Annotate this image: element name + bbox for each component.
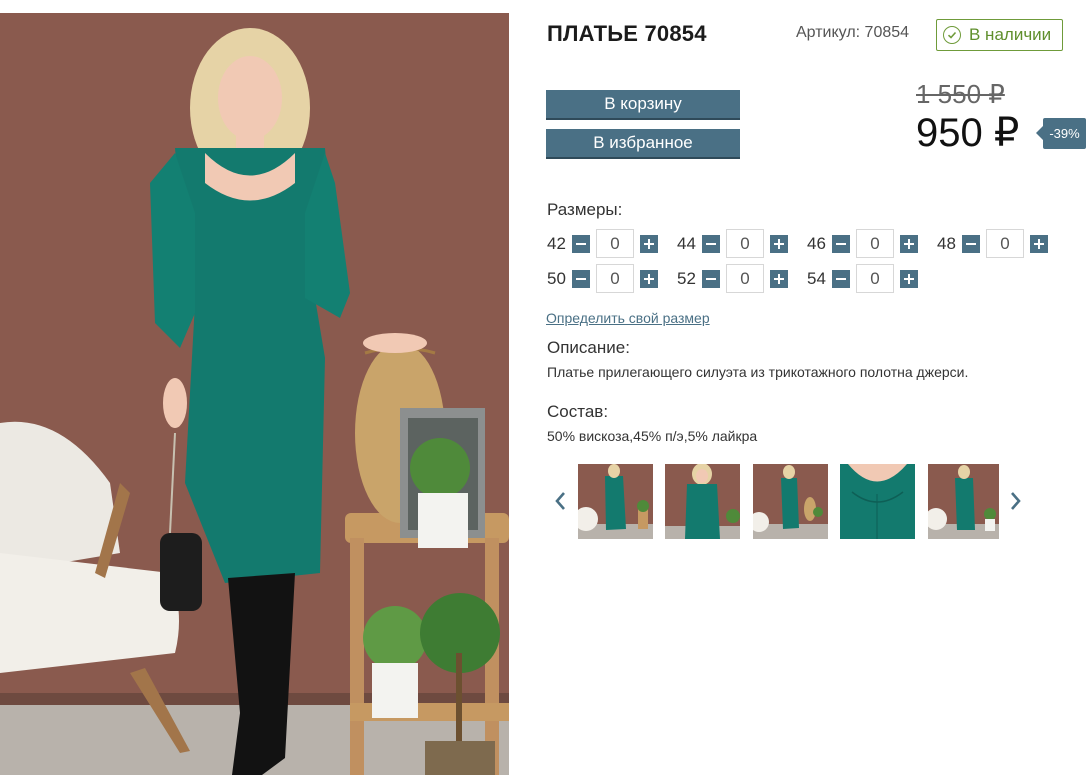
- size-item-44: 44: [677, 229, 807, 258]
- increase-quantity-button[interactable]: [640, 269, 658, 288]
- size-item-50: 50: [547, 264, 677, 293]
- description-text: Платье прилегающего силуэта из трикотажн…: [547, 364, 969, 380]
- increase-quantity-button[interactable]: [770, 234, 788, 253]
- plus-icon: [774, 238, 784, 249]
- plus-icon: [774, 273, 784, 284]
- size-item-54: 54: [807, 264, 937, 293]
- increase-quantity-button[interactable]: [640, 234, 658, 253]
- increase-quantity-button[interactable]: [900, 234, 918, 253]
- add-to-favorites-button[interactable]: В избранное: [546, 129, 740, 157]
- composition-text: 50% вискоза,45% п/э,5% лайкра: [547, 428, 758, 444]
- gallery-prev-button[interactable]: [552, 488, 568, 514]
- size-number: 42: [547, 233, 566, 253]
- decrease-quantity-button[interactable]: [702, 234, 720, 253]
- minus-icon: [706, 242, 716, 245]
- quantity-input[interactable]: [726, 229, 764, 258]
- quantity-input[interactable]: [856, 264, 894, 293]
- increase-quantity-button[interactable]: [770, 269, 788, 288]
- quantity-input[interactable]: [596, 229, 634, 258]
- size-number: 44: [677, 233, 696, 253]
- stock-badge: В наличии: [936, 19, 1063, 51]
- size-number: 46: [807, 233, 826, 253]
- decrease-quantity-button[interactable]: [962, 234, 980, 253]
- thumbnail[interactable]: [578, 464, 653, 539]
- size-row: 42 44 46 48: [547, 229, 1067, 258]
- thumbnail-strip: [578, 464, 999, 539]
- decrease-quantity-button[interactable]: [572, 234, 590, 253]
- decrease-quantity-button[interactable]: [832, 269, 850, 288]
- decrease-quantity-button[interactable]: [702, 269, 720, 288]
- description-label: Описание:: [547, 338, 630, 357]
- add-to-cart-button[interactable]: В корзину: [546, 90, 740, 118]
- check-circle-icon: [943, 26, 961, 44]
- size-item-48: 48: [937, 229, 1067, 258]
- minus-icon: [706, 277, 716, 280]
- quantity-input[interactable]: [726, 264, 764, 293]
- size-guide-link[interactable]: Определить свой размер: [546, 310, 710, 326]
- size-item-52: 52: [677, 264, 807, 293]
- quantity-input[interactable]: [856, 229, 894, 258]
- plus-icon: [644, 273, 654, 284]
- stock-label: В наличии: [969, 25, 1052, 44]
- decrease-quantity-button[interactable]: [572, 269, 590, 288]
- size-row: 50 52 54: [547, 264, 937, 293]
- discount-badge: -39%: [1036, 118, 1086, 149]
- product-main-photo[interactable]: [0, 13, 509, 775]
- minus-icon: [576, 242, 586, 245]
- thumbnail[interactable]: [840, 464, 915, 539]
- size-number: 50: [547, 268, 566, 288]
- thumbnail[interactable]: [753, 464, 828, 539]
- minus-icon: [576, 277, 586, 280]
- minus-icon: [836, 277, 846, 280]
- thumbnail[interactable]: [928, 464, 999, 539]
- thumbnail[interactable]: [665, 464, 740, 539]
- plus-icon: [904, 273, 914, 284]
- current-price: 950 ₽: [916, 111, 1020, 155]
- sizes-label: Размеры:: [547, 200, 623, 219]
- minus-icon: [966, 242, 976, 245]
- increase-quantity-button[interactable]: [900, 269, 918, 288]
- decrease-quantity-button[interactable]: [832, 234, 850, 253]
- size-number: 48: [937, 233, 956, 253]
- gallery-next-button[interactable]: [1008, 488, 1024, 514]
- minus-icon: [836, 242, 846, 245]
- increase-quantity-button[interactable]: [1030, 234, 1048, 253]
- size-item-46: 46: [807, 229, 937, 258]
- old-price: 1 550 ₽: [916, 79, 1005, 109]
- size-item-42: 42: [547, 229, 677, 258]
- plus-icon: [644, 238, 654, 249]
- quantity-input[interactable]: [596, 264, 634, 293]
- product-sku: Артикул: 70854: [796, 24, 910, 41]
- plus-icon: [1034, 238, 1044, 249]
- product-title: ПЛАТЬЕ 70854: [547, 21, 707, 46]
- size-number: 52: [677, 268, 696, 288]
- size-number: 54: [807, 268, 826, 288]
- chevron-right-icon: [1011, 492, 1021, 510]
- plus-icon: [904, 238, 914, 249]
- quantity-input[interactable]: [986, 229, 1024, 258]
- chevron-left-icon: [555, 492, 565, 510]
- composition-label: Состав:: [547, 402, 609, 421]
